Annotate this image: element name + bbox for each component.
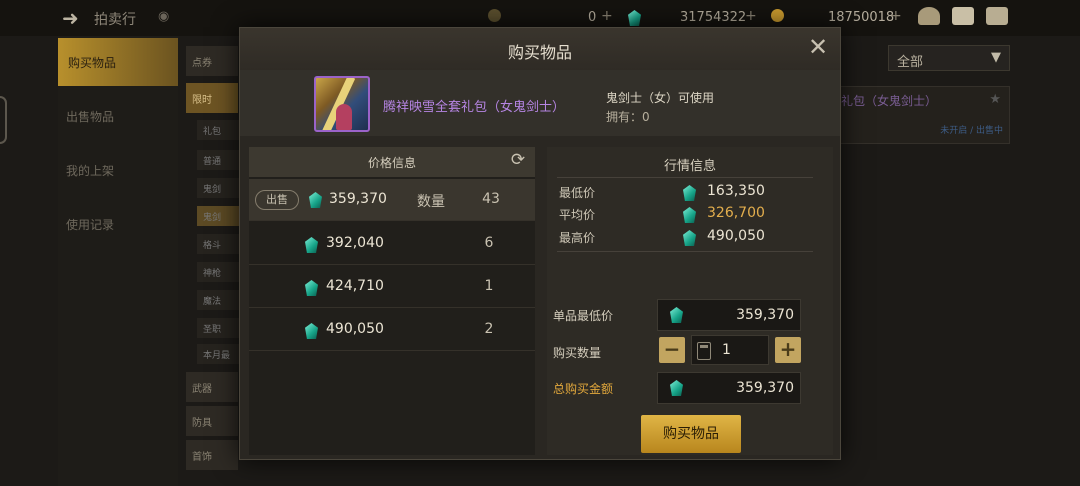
listing-name: 礼包（女鬼剑士）: [841, 94, 938, 108]
chat-icon[interactable]: [986, 7, 1008, 25]
total-value: 359,370: [736, 380, 794, 396]
close-icon[interactable]: ✕: [808, 35, 828, 59]
moon-currency-icon: [488, 9, 501, 22]
category-tab[interactable]: 防具: [186, 406, 238, 436]
dialog-title: 购买物品: [507, 43, 572, 62]
price-info-panel: 价格信息 ⟳ 出售 359,370 数量 43 392,040 6 424,71…: [249, 147, 535, 455]
sub-tab[interactable]: 礼包: [197, 120, 243, 140]
category-tab[interactable]: 点券: [186, 46, 238, 76]
sub-tab[interactable]: 鬼剑: [197, 178, 243, 198]
sub-tab[interactable]: 圣职: [197, 318, 243, 338]
filter-label: 全部: [897, 55, 924, 70]
decrease-button[interactable]: −: [659, 337, 685, 363]
listing-qty: 1: [484, 278, 494, 294]
eye-icon[interactable]: ◉: [158, 9, 169, 24]
max-price-value: 490,050: [707, 228, 765, 244]
listing-price: 392,040: [326, 235, 384, 251]
item-name: 腾祥映雪全套礼包（女鬼剑士）: [383, 100, 566, 115]
gem-icon: [683, 207, 696, 223]
avg-price-value: 326,700: [707, 205, 765, 221]
price-info-header: 价格信息: [249, 147, 535, 177]
sub-tab[interactable]: 本月最: [197, 344, 243, 364]
add-currency-1-icon[interactable]: +: [601, 8, 613, 24]
gem-icon: [683, 185, 696, 201]
total-label: 总购买金额: [553, 382, 614, 396]
sell-tag: 出售: [255, 190, 299, 210]
currency-3: 18750018: [828, 10, 895, 25]
side-handle[interactable]: [0, 96, 7, 144]
min-price-label: 最低价: [559, 186, 596, 200]
max-price-label: 最高价: [559, 231, 596, 245]
unit-price-label: 单品最低价: [553, 309, 614, 323]
menu-buy-items[interactable]: 购买物品: [58, 38, 178, 86]
item-usable-class: 鬼剑士（女）可使用: [606, 91, 715, 105]
gem-icon: [309, 192, 322, 208]
back-arrow-icon[interactable]: ➜: [62, 6, 79, 30]
sub-tab[interactable]: 普通: [197, 150, 243, 170]
menu-usage-log[interactable]: 使用记录: [66, 216, 114, 233]
star-icon[interactable]: ★: [989, 92, 1001, 107]
gold-coin-icon: [771, 9, 784, 22]
listing-price: 424,710: [326, 278, 384, 294]
currency-1: 0: [588, 10, 597, 25]
divider: [557, 251, 813, 252]
unit-price-value: 359,370: [736, 307, 794, 323]
quantity-input[interactable]: 1: [691, 335, 769, 365]
sub-tab[interactable]: 格斗: [197, 234, 243, 254]
page-title: 拍卖行: [94, 12, 136, 28]
sub-tab[interactable]: 神枪: [197, 262, 243, 282]
listing-row[interactable]: 出售 359,370 数量 43: [249, 179, 535, 221]
listing-row[interactable]: 490,050 2: [249, 309, 535, 351]
add-currency-2-icon[interactable]: +: [745, 8, 757, 24]
gem-icon: [670, 307, 683, 323]
market-info-panel: 行情信息 最低价 163,350 平均价 326,700 最高价 490,050…: [547, 147, 833, 455]
listing-row[interactable]: 424,710 1: [249, 266, 535, 308]
item-thumbnail[interactable]: [314, 76, 370, 132]
buy-button[interactable]: 购买物品: [641, 415, 741, 453]
calculator-icon[interactable]: [697, 342, 711, 360]
refresh-icon[interactable]: ⟳: [507, 150, 529, 172]
unit-price-field: 359,370: [657, 299, 801, 331]
avg-price-label: 平均价: [559, 208, 596, 222]
purchase-dialog: 购买物品 ✕ 腾祥映雪全套礼包（女鬼剑士） 鬼剑士（女）可使用 拥有：0 价格信…: [239, 27, 841, 460]
listing-qty: 6: [484, 235, 494, 251]
category-tab[interactable]: 武器: [186, 372, 238, 402]
mail-icon[interactable]: [952, 7, 974, 25]
hat-icon[interactable]: [918, 7, 940, 25]
divider: [557, 177, 813, 178]
menu-my-listings[interactable]: 我的上架: [66, 162, 114, 179]
item-owned-count: 拥有：0: [606, 110, 650, 124]
listing-qty: 2: [484, 321, 494, 337]
add-currency-3-icon[interactable]: +: [890, 8, 902, 24]
listing-price: 490,050: [326, 321, 384, 337]
menu-sell-items[interactable]: 出售物品: [66, 108, 114, 125]
increase-button[interactable]: +: [775, 337, 801, 363]
listing-price: 359,370: [329, 191, 387, 207]
chevron-down-icon: ▼: [991, 50, 1001, 65]
background-listing[interactable]: 礼包（女鬼剑士） ★ 未开启 / 出售中: [840, 86, 1010, 144]
listing-qty: 43: [482, 191, 500, 207]
gem-icon: [670, 380, 683, 396]
total-field: 359,370: [657, 372, 801, 404]
market-info-header: 行情信息: [663, 159, 716, 174]
sub-tab[interactable]: 魔法: [197, 290, 243, 310]
gem-icon: [305, 323, 318, 339]
quantity-label: 购买数量: [553, 346, 602, 360]
sub-tab[interactable]: 鬼剑: [197, 206, 243, 226]
currency-2: 31754322: [680, 10, 747, 25]
min-price-value: 163,350: [707, 183, 765, 199]
item-summary: 腾祥映雪全套礼包（女鬼剑士） 鬼剑士（女）可使用 拥有：0: [240, 70, 840, 136]
listing-status: 未开启 / 出售中: [940, 126, 1003, 136]
gem-icon: [305, 280, 318, 296]
quantity-label: 数量: [417, 194, 445, 210]
quantity-value: 1: [722, 342, 731, 358]
gem-icon: [683, 230, 696, 246]
category-tab[interactable]: 首饰: [186, 440, 238, 470]
left-menu: [58, 36, 178, 486]
gem-icon: [305, 237, 318, 253]
listing-row[interactable]: 392,040 6: [249, 223, 535, 265]
category-tab[interactable]: 限时: [186, 83, 238, 113]
filter-dropdown[interactable]: 全部 ▼: [888, 45, 1010, 71]
